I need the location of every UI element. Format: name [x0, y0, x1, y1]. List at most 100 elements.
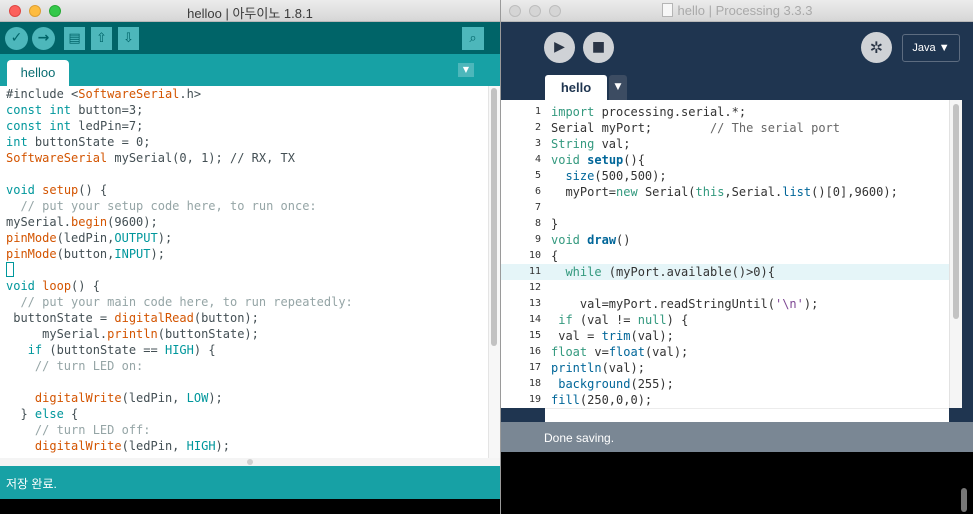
debug-button[interactable]: ✲ — [861, 32, 892, 63]
tab-menu-button[interactable]: ▼ — [458, 63, 474, 77]
verify-button[interactable]: ✓ — [5, 27, 28, 50]
code-token: mySerial. — [6, 327, 108, 341]
code-token: // turn LED on: — [6, 359, 144, 373]
processing-code-editor[interactable]: import processing.serial.*; Serial myPort… — [545, 100, 949, 408]
code-token: null — [637, 313, 667, 327]
code-token: ); — [208, 391, 223, 405]
new-sketch-button[interactable]: ▤ — [64, 27, 85, 50]
open-arrow-up-icon: ⇧ — [96, 31, 107, 46]
code-line: myPort=new Serial(this,Serial.list()[0],… — [551, 184, 898, 200]
save-sketch-button[interactable]: ⇩ — [118, 27, 139, 50]
code-line: // turn LED off: — [6, 422, 151, 438]
check-icon: ✓ — [10, 30, 23, 46]
tab-hello[interactable]: hello — [545, 75, 607, 100]
line-number: 18 — [528, 378, 541, 389]
code-token: this — [695, 185, 725, 199]
scrollbar-thumb[interactable] — [953, 104, 959, 319]
code-line: if (buttonState == HIGH) { — [6, 342, 216, 358]
tab-menu-button[interactable]: ▼ — [609, 75, 627, 100]
code-line: float v=float(val); — [551, 344, 688, 360]
processing-console — [501, 452, 973, 514]
code-line: Serial myPort; // The serial port — [551, 120, 840, 136]
arduino-code-editor[interactable]: #include <SoftwareSerial.h> const int but… — [0, 86, 488, 458]
line-number: 15 — [528, 330, 541, 341]
arduino-status-bar: 저장 완료. — [0, 466, 500, 499]
code-line: // turn LED on: — [6, 358, 143, 374]
processing-window: hello | Processing 3.3.3 ▶ ■ ✲ Java ▼ he… — [500, 0, 973, 514]
splitter-handle-icon[interactable] — [247, 459, 253, 465]
code-token: LOW — [186, 391, 209, 405]
line-number: 17 — [528, 362, 541, 373]
code-token: ); — [157, 231, 173, 245]
console-scrollbar-thumb[interactable] — [961, 488, 967, 512]
arduino-vertical-scrollbar[interactable] — [488, 86, 500, 458]
processing-vertical-scrollbar[interactable] — [949, 100, 962, 408]
code-line: #include <SoftwareSerial.h> — [6, 86, 201, 102]
processing-horizontal-scrollbar[interactable] — [545, 408, 949, 422]
code-token: button=3; — [71, 103, 144, 117]
code-line: val = trim(val); — [551, 328, 674, 344]
serial-monitor-icon: ⌕ — [469, 31, 477, 46]
code-token: (button, — [56, 247, 115, 261]
processing-title-text: hello | Processing 3.3.3 — [677, 3, 813, 18]
code-token: const — [6, 119, 43, 133]
code-token: processing.serial.*; — [594, 105, 747, 119]
code-token: (255); — [630, 377, 674, 391]
code-token: digitalWrite — [34, 391, 122, 405]
code-token: Serial myPort; — [551, 121, 710, 135]
code-line: digitalWrite(ledPin, HIGH); — [6, 438, 230, 454]
code-token: buttonState = — [6, 311, 115, 325]
arduino-status-text: 저장 완료. — [6, 477, 57, 491]
code-token: pinMode — [6, 231, 57, 245]
code-token: (buttonState == — [42, 343, 165, 357]
code-token: digitalRead — [114, 311, 194, 325]
mode-selector[interactable]: Java ▼ — [902, 34, 960, 62]
code-token: ,Serial. — [724, 185, 783, 199]
code-line: } else { — [6, 406, 78, 422]
line-number: 12 — [528, 282, 541, 293]
arduino-window-title: helloo | 아두이노 1.8.1 — [187, 6, 313, 21]
stop-button[interactable]: ■ — [583, 32, 614, 63]
code-token: println — [551, 361, 602, 375]
code-token: ); — [215, 439, 230, 453]
code-token: Serial( — [637, 185, 696, 199]
code-token: void — [551, 233, 580, 247]
code-token: (500,500); — [594, 169, 667, 183]
code-token: size — [565, 169, 595, 183]
code-token: setup — [587, 153, 624, 167]
new-file-icon: ▤ — [68, 31, 81, 46]
arduino-editor-splitter[interactable] — [0, 458, 500, 466]
save-arrow-down-icon: ⇩ — [123, 31, 134, 46]
code-token: () { — [71, 279, 100, 293]
open-sketch-button[interactable]: ⇧ — [91, 27, 112, 50]
code-token: void — [6, 183, 35, 197]
code-token: float — [551, 345, 588, 359]
code-token: draw — [587, 233, 617, 247]
code-token: ledPin=7; — [71, 119, 144, 133]
upload-button[interactable]: → — [32, 27, 55, 50]
line-number: 8 — [534, 218, 541, 229]
serial-monitor-button[interactable]: ⌕ — [462, 27, 484, 50]
play-icon: ▶ — [554, 39, 565, 55]
line-number: 7 — [534, 202, 541, 213]
run-button[interactable]: ▶ — [544, 32, 575, 63]
code-token: ()[0],9600); — [811, 185, 898, 199]
code-token: while — [565, 265, 602, 279]
code-line: int buttonState = 0; — [6, 134, 151, 150]
code-token: (250,0,0); — [579, 393, 653, 407]
code-line: void draw() — [551, 232, 631, 248]
code-token: // put your main code here, to run repea… — [6, 295, 353, 309]
arduino-titlebar: helloo | 아두이노 1.8.1 — [0, 0, 500, 22]
arrow-right-icon: → — [37, 30, 50, 46]
scrollbar-thumb[interactable] — [491, 88, 497, 346]
code-token: void — [6, 279, 35, 293]
line-number: 19 — [528, 394, 541, 405]
code-token: (myPort.available()>0){ — [601, 265, 775, 279]
code-token: mySerial. — [6, 215, 72, 229]
line-number: 9 — [534, 234, 541, 245]
code-token: { — [63, 407, 79, 421]
code-line: // put your main code here, to run repea… — [6, 294, 353, 310]
tab-helloo[interactable]: helloo — [7, 60, 69, 86]
